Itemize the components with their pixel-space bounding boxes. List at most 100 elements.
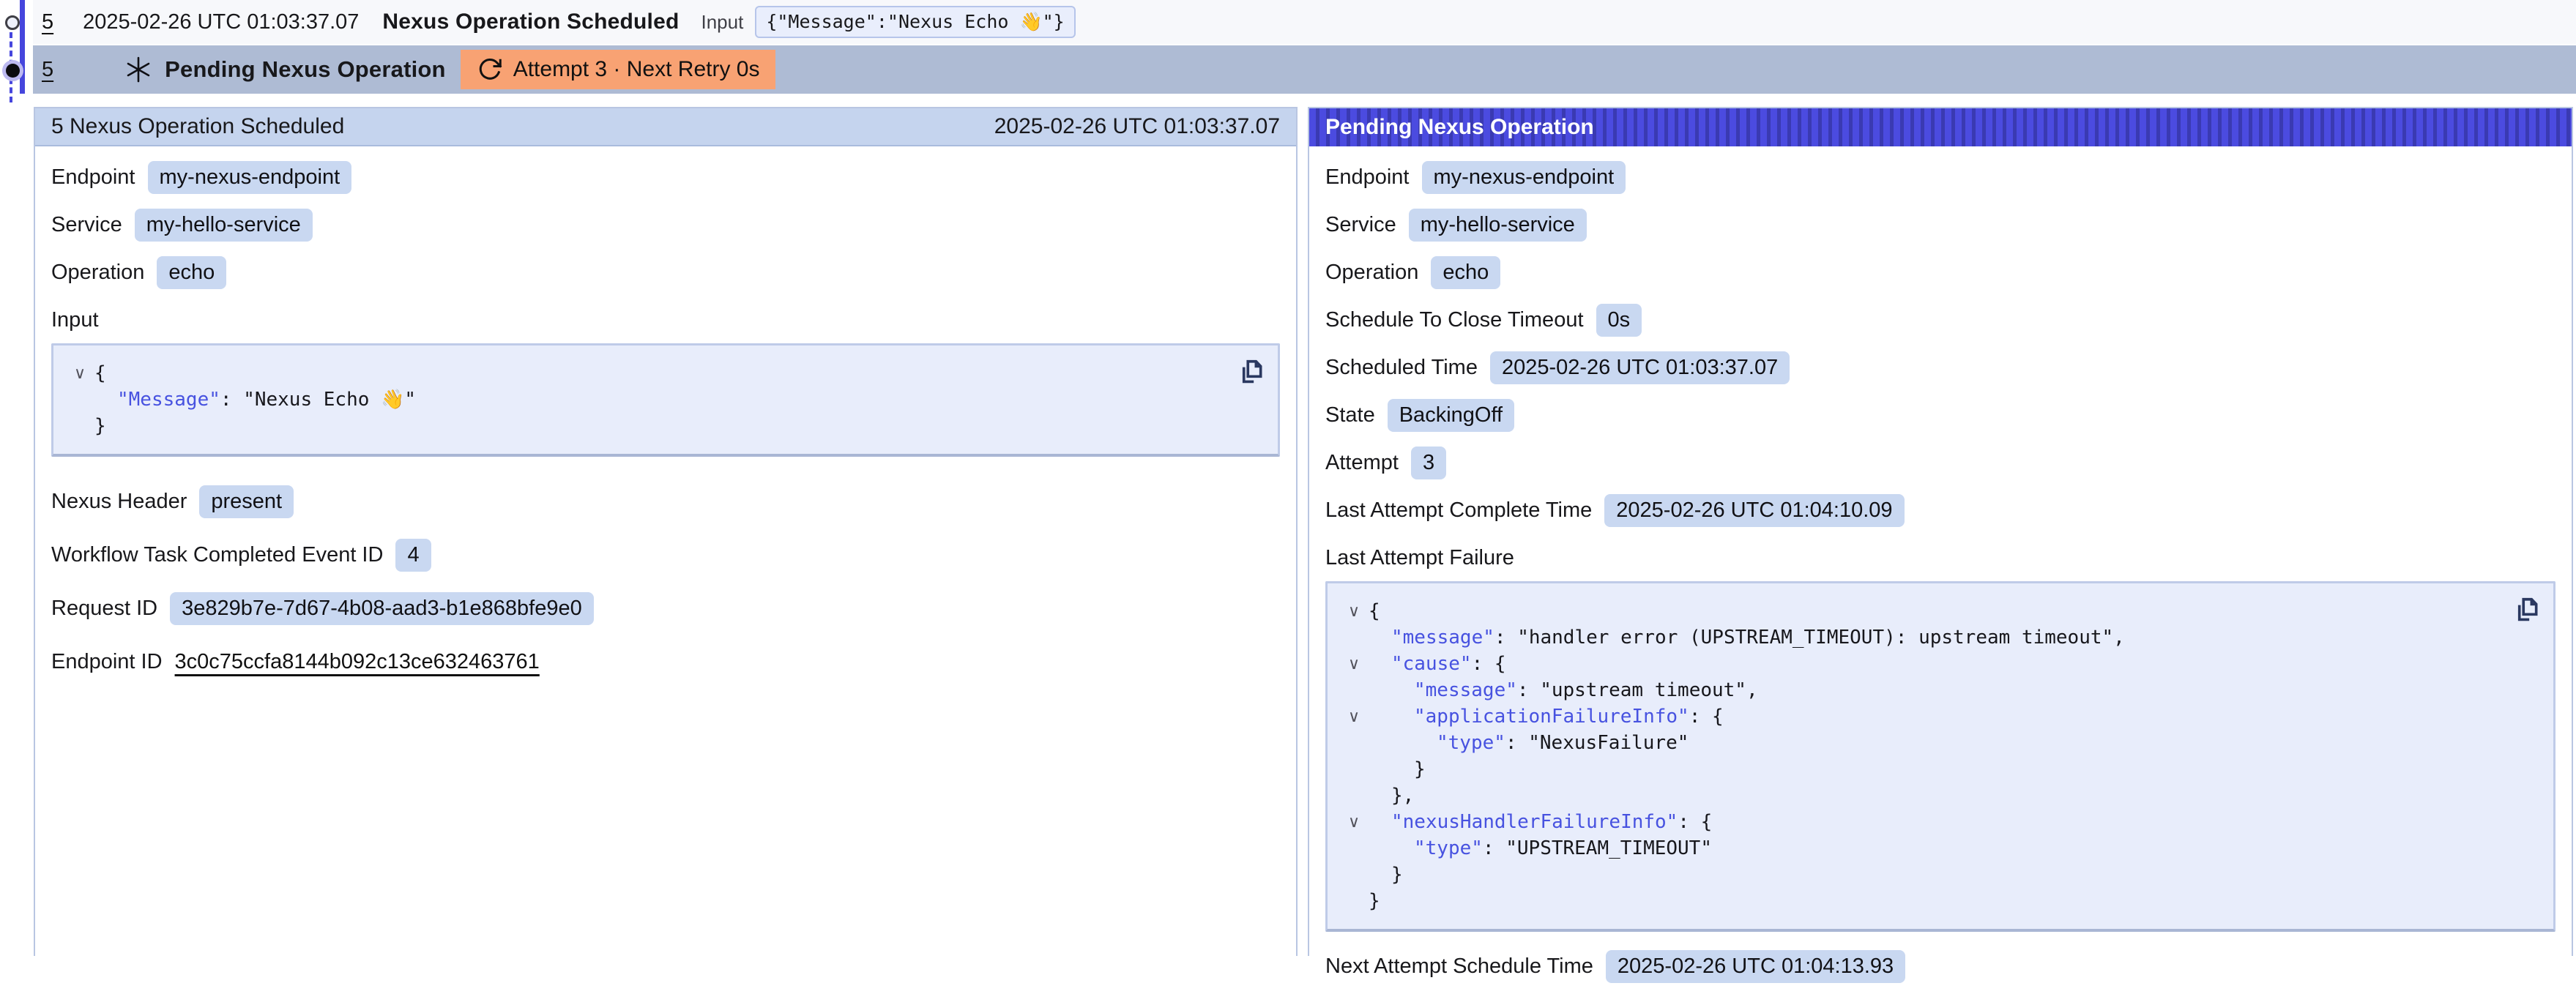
field-value-badge: my-hello-service [1409, 209, 1587, 242]
collapse-chevron-icon[interactable]: ∨ [1339, 598, 1369, 624]
last-attempt-failure-json-viewer: ∨{"message": "handler error (UPSTREAM_TI… [1325, 581, 2555, 932]
json-key: "message" [1414, 679, 1517, 701]
event-id-link[interactable]: 5 [42, 10, 53, 34]
event-input-value-chip: {"Message":"Nexus Echo 👋"} [755, 6, 1075, 38]
code-line: ∨{ [65, 360, 1234, 386]
code-line: "message": "handler error (UPSTREAM_TIME… [1339, 624, 2509, 651]
retry-badge-label: Attempt 3 · Next Retry 0s [513, 57, 760, 82]
field-value-badge: 3 [1411, 447, 1446, 479]
event-id-link[interactable]: 5 [42, 58, 53, 82]
collapse-chevron-icon[interactable]: ∨ [65, 360, 94, 386]
collapse-chevron-icon[interactable]: ∨ [1339, 703, 1369, 730]
collapse-chevron-icon[interactable]: ∨ [1339, 651, 1369, 677]
code-line: }, [1339, 782, 2509, 809]
field-label: Request ID [51, 597, 157, 621]
left-panel-body: Endpoint my-nexus-endpoint Service my-he… [35, 160, 1296, 700]
field-row-workflow-task-completed-event-id: Workflow Task Completed Event ID 4 [51, 538, 1280, 572]
field-row-operation: Operation echo [51, 255, 1280, 289]
left-panel-timestamp: 2025-02-26 UTC 01:03:37.07 [994, 114, 1280, 139]
field-label: Scheduled Time [1325, 356, 1478, 380]
code-line: } [65, 413, 1234, 439]
input-json-viewer: ∨{"Message": "Nexus Echo 👋"} [51, 343, 1280, 457]
field-row-attempt: Attempt 3 [1325, 446, 2555, 479]
field-value-badge: my-hello-service [135, 209, 313, 242]
event-row-nexus-operation-scheduled[interactable]: 5 2025-02-26 UTC 01:03:37.07 Nexus Opera… [33, 0, 2576, 44]
json-key: "Message" [117, 389, 220, 411]
code-line: ∨"cause": { [1339, 651, 2509, 677]
json-text: { [94, 362, 106, 384]
left-panel-header: 5 Nexus Operation Scheduled 2025-02-26 U… [35, 108, 1296, 146]
field-row-next-attempt-schedule-time: Next Attempt Schedule Time 2025-02-26 UT… [1325, 949, 2555, 983]
field-row-service: Service my-hello-service [51, 208, 1280, 242]
field-label: Attempt [1325, 451, 1399, 475]
endpoint-id-link[interactable]: 3c0c75ccfa8144b092c13ce632463761 [175, 650, 540, 674]
copy-button[interactable] [2512, 594, 2542, 626]
pending-nexus-operation-panel: Pending Nexus Operation Endpoint my-nexu… [1308, 107, 2573, 956]
field-value-badge: my-nexus-endpoint [1422, 161, 1626, 194]
collapse-chevron-icon[interactable]: ∨ [1339, 809, 1369, 835]
field-row-endpoint: Endpoint my-nexus-endpoint [51, 160, 1280, 194]
nexus-operation-scheduled-panel: 5 Nexus Operation Scheduled 2025-02-26 U… [34, 107, 1298, 956]
field-value-badge: 0s [1596, 304, 1642, 337]
json-text: } [1414, 758, 1426, 780]
field-value-badge: echo [1431, 256, 1500, 289]
field-label: Endpoint [1325, 165, 1410, 190]
pending-asterisk-icon [124, 55, 153, 84]
right-panel-header: Pending Nexus Operation [1309, 108, 2572, 146]
field-label: Operation [1325, 261, 1418, 285]
field-value-badge: my-nexus-endpoint [148, 161, 352, 194]
copy-button[interactable] [1237, 356, 1266, 388]
code-line: } [1339, 756, 2509, 782]
json-text: } [1391, 864, 1403, 886]
json-text: { [1369, 600, 1380, 622]
input-section-label: Input [51, 307, 1280, 333]
pending-event-title: Pending Nexus Operation [165, 56, 446, 83]
json-text: : "NexusFailure" [1505, 732, 1689, 754]
field-value-badge: 2025-02-26 UTC 01:04:10.09 [1604, 494, 1904, 527]
timeline-filled-dot-marker [6, 64, 20, 78]
field-value-badge: 2025-02-26 UTC 01:03:37.07 [1490, 351, 1790, 384]
field-row-endpoint: Endpoint my-nexus-endpoint [1325, 160, 2555, 194]
code-line: "Message": "Nexus Echo 👋" [65, 386, 1234, 413]
code-line: "type": "UPSTREAM_TIMEOUT" [1339, 835, 2509, 862]
field-label: Operation [51, 261, 144, 285]
field-row-endpoint-id: Endpoint ID 3c0c75ccfa8144b092c13ce63246… [51, 645, 1280, 679]
code-line: } [1339, 888, 2509, 914]
code-line: } [1339, 862, 2509, 888]
right-panel-title: Pending Nexus Operation [1325, 115, 1594, 140]
json-text: : { [1689, 706, 1724, 728]
json-key: "applicationFailureInfo" [1414, 706, 1689, 728]
field-label: Next Attempt Schedule Time [1325, 954, 1593, 979]
json-text: : { [1678, 811, 1712, 833]
right-panel-body: Endpoint my-nexus-endpoint Service my-he… [1309, 160, 2572, 1005]
json-text: : { [1472, 653, 1506, 675]
retry-icon [477, 56, 503, 83]
event-title: Nexus Operation Scheduled [382, 10, 679, 34]
field-label: Endpoint ID [51, 650, 163, 674]
field-value-badge: BackingOff [1388, 399, 1514, 432]
field-label: Nexus Header [51, 490, 187, 514]
field-value-badge: echo [157, 256, 226, 289]
json-key: "message" [1391, 627, 1494, 649]
code-line: ∨"nexusHandlerFailureInfo": { [1339, 809, 2509, 835]
json-text: } [1369, 890, 1380, 912]
event-row-pending-nexus-operation[interactable]: 5 Pending Nexus Operation Attempt 3 · Ne… [33, 45, 2576, 94]
field-value-badge: present [199, 485, 294, 518]
event-input-label: Input [701, 11, 744, 34]
json-text: : "UPSTREAM_TIMEOUT" [1483, 837, 1712, 859]
json-text: }, [1391, 785, 1414, 807]
field-value-badge: 3e829b7e-7d67-4b08-aad3-b1e868bfe9e0 [170, 592, 594, 625]
field-value-badge: 4 [395, 539, 431, 572]
json-text: : "upstream timeout", [1517, 679, 1758, 701]
field-label: Schedule To Close Timeout [1325, 308, 1584, 332]
field-label: Endpoint [51, 165, 135, 190]
field-row-schedule-to-close-timeout: Schedule To Close Timeout 0s [1325, 303, 2555, 337]
copy-icon [1237, 356, 1265, 387]
field-row-nexus-header: Nexus Header present [51, 485, 1280, 518]
event-timestamp: 2025-02-26 UTC 01:03:37.07 [83, 10, 359, 34]
code-line: ∨{ [1339, 598, 2509, 624]
json-key: "type" [1437, 732, 1505, 754]
field-label: Service [51, 213, 122, 237]
last-attempt-failure-label: Last Attempt Failure [1325, 545, 2555, 571]
copy-icon [2513, 594, 2541, 625]
